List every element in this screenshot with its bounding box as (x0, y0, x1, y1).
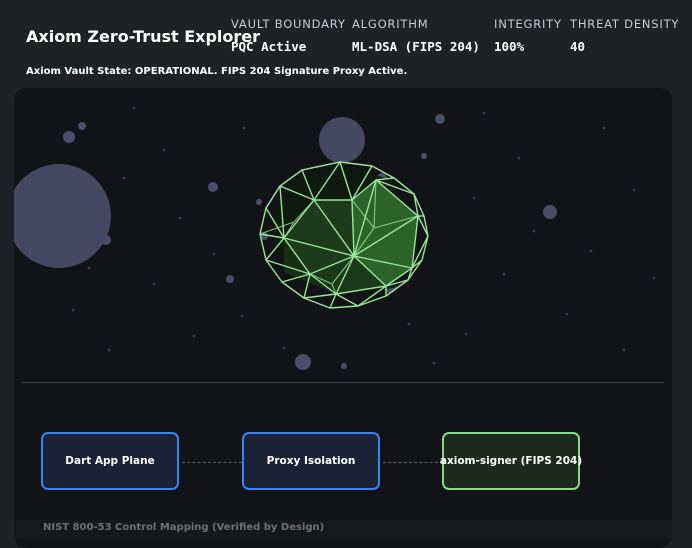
dust-dot (192, 334, 196, 338)
vault-3d-scene[interactable] (14, 88, 672, 383)
flow-node-axiom-signer[interactable]: axiom-signer (FIPS 204) (439, 432, 583, 490)
stat-value: ML-DSA (FIPS 204) (352, 39, 480, 54)
stat-algorithm: ALGORITHM ML-DSA (FIPS 204) (352, 17, 480, 54)
stat-label: THREAT DENSITY (570, 17, 680, 31)
stat-label: VAULT BOUNDARY (231, 17, 346, 31)
explorer-panel: Dart App Plane Proxy Isolation axiom-sig… (14, 88, 672, 548)
dust-dot (632, 188, 636, 192)
app-title: Axiom Zero-Trust Explorer (26, 27, 261, 46)
dust-dot (482, 111, 486, 115)
threat-particle (295, 354, 311, 370)
dust-dot (152, 282, 156, 286)
dust-dot (242, 126, 246, 130)
threat-particle (256, 199, 262, 205)
dust-dot (240, 314, 244, 318)
dust-dot (502, 272, 506, 276)
control-mapping-title: NIST 800-53 Control Mapping (Verified by… (43, 522, 325, 533)
stat-label: ALGORITHM (352, 17, 429, 31)
flow-node-label: axiom-signer (FIPS 204) (439, 455, 583, 467)
threat-particle (341, 363, 347, 369)
scene-divider (22, 382, 664, 383)
dust-dot (282, 346, 286, 350)
dust-dot (652, 276, 656, 280)
dust-dot (132, 106, 136, 110)
dust-dot (71, 308, 75, 312)
dust-dot (87, 266, 91, 270)
threat-particle (63, 131, 75, 143)
dust-dot (162, 148, 166, 152)
flow-node-label: Proxy Isolation (266, 455, 356, 467)
flow-node-label: Dart App Plane (65, 455, 155, 467)
dust-dot (602, 126, 606, 130)
flow-node-dart-app-plane[interactable]: Dart App Plane (41, 432, 179, 490)
stat-value: PQC Active (231, 39, 307, 54)
stat-value: 40 (570, 39, 586, 54)
threat-particle (226, 275, 234, 283)
stat-integrity: INTEGRITY 100% (494, 17, 562, 54)
threat-particle (78, 122, 86, 130)
dust-dot (212, 252, 216, 256)
stat-label: INTEGRITY (494, 17, 562, 31)
flow-node-proxy-isolation[interactable]: Proxy Isolation (242, 432, 380, 490)
dust-dot (464, 332, 468, 336)
dust-dot (407, 322, 411, 326)
flow-connector (383, 462, 443, 463)
dust-dot (517, 156, 521, 160)
header: Axiom Zero-Trust Explorer VAULT BOUNDARY… (0, 0, 692, 88)
flow-connector (182, 462, 242, 463)
stat-threat-density: THREAT DENSITY 40 (570, 17, 679, 54)
dust-dot (122, 176, 126, 180)
threat-particle (543, 205, 557, 219)
dust-dot (178, 216, 182, 220)
dust-dot (532, 229, 536, 233)
threat-particle (421, 153, 427, 159)
threat-sphere (319, 117, 365, 163)
stat-vault-boundary: VAULT BOUNDARY PQC Active (231, 17, 346, 54)
stat-value: 100% (494, 39, 525, 54)
vault-status-text: Axiom Vault State: OPERATIONAL. FIPS 204… (26, 66, 408, 77)
dust-dot (472, 196, 476, 200)
threat-particle (435, 114, 445, 124)
dust-dot (589, 249, 593, 253)
dust-dot (565, 312, 569, 316)
threat-particle (208, 182, 218, 192)
large-threat-sphere (14, 164, 111, 268)
dust-dot (432, 361, 436, 365)
dust-dot (107, 348, 111, 352)
dust-dot (622, 348, 626, 352)
